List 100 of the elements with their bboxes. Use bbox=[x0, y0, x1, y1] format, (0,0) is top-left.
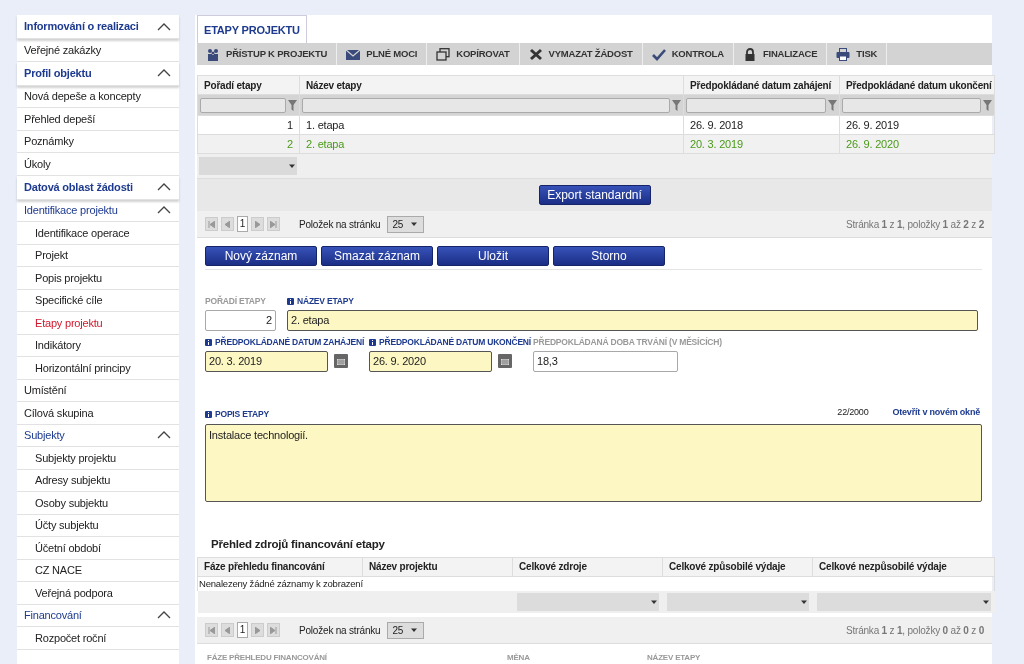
toolbar-button[interactable]: KONTROLA bbox=[642, 43, 734, 65]
filter-field[interactable] bbox=[200, 97, 286, 113]
column-header[interactable]: Název etapy bbox=[299, 75, 684, 95]
column-header[interactable]: Celkové nezpůsobilé výdaje bbox=[812, 557, 995, 577]
text-area[interactable]: Instalace technologií. bbox=[205, 423, 982, 502]
sidebar-item[interactable]: Umístění bbox=[17, 379, 179, 402]
sidebar-item[interactable]: Účetní období bbox=[17, 537, 179, 560]
field-label: PŘEDPOKLÁDANÉ DATUM ZAHÁJENÍ bbox=[205, 337, 365, 347]
close-icon bbox=[528, 47, 543, 61]
table-cell: 1. etapa bbox=[299, 115, 684, 135]
toolbar-button[interactable]: KOPÍROVAT bbox=[427, 43, 520, 65]
filter-icon bbox=[983, 99, 992, 111]
filter-field[interactable] bbox=[842, 97, 981, 113]
people-icon bbox=[206, 47, 220, 61]
sidebar-item[interactable]: Subjekty projektu bbox=[17, 447, 179, 470]
input-field[interactable]: 2 bbox=[205, 310, 276, 331]
filter-icon bbox=[828, 99, 837, 111]
field-label: NÁZEV ETAPY bbox=[647, 652, 702, 664]
first-page-icon bbox=[208, 626, 215, 634]
sidebar-item[interactable]: Veřejná podpora bbox=[17, 582, 179, 605]
calendar-icon bbox=[334, 354, 348, 368]
toolbar-button[interactable]: TISK bbox=[827, 43, 888, 65]
form-button[interactable]: Smazat záznam bbox=[321, 246, 433, 266]
sidebar-item[interactable]: Indikátory bbox=[17, 334, 179, 357]
page-size-select[interactable]: 25 bbox=[387, 621, 425, 639]
pager-button[interactable] bbox=[221, 217, 234, 231]
page-size-label: Položek na stránku bbox=[299, 623, 381, 638]
sidebar-item[interactable]: Poznámky bbox=[17, 130, 179, 153]
sidebar-item[interactable]: Úkoly bbox=[17, 153, 179, 176]
page-number-field[interactable]: 1 bbox=[237, 216, 248, 232]
form-button[interactable]: Storno bbox=[553, 246, 665, 266]
pager-button[interactable] bbox=[251, 623, 264, 638]
table-cell: 1 bbox=[197, 115, 300, 135]
input-field[interactable]: 20. 3. 2019 bbox=[205, 351, 328, 372]
next-page-icon bbox=[254, 220, 261, 228]
sidebar-item[interactable]: Adresy subjektu bbox=[17, 469, 179, 492]
sidebar-item[interactable]: Účty subjektu bbox=[17, 514, 179, 537]
sidebar-item[interactable]: Cílová skupina bbox=[17, 402, 179, 425]
sidebar-item[interactable]: Popis projektu bbox=[17, 267, 179, 290]
column-header[interactable]: Název projektu bbox=[362, 557, 513, 577]
column-header[interactable]: Pořadí etapy bbox=[197, 75, 300, 95]
sidebar-item[interactable]: Etapy projektu bbox=[17, 312, 179, 335]
sidebar-group-header[interactable]: Identifikace projektu bbox=[17, 199, 179, 222]
calendar-icon bbox=[498, 354, 512, 368]
field-label: PŘEDPOKLÁDANÉ DATUM UKONČENÍ bbox=[369, 337, 531, 347]
sidebar-item[interactable]: Osoby subjektu bbox=[17, 492, 179, 515]
pager-button[interactable] bbox=[267, 217, 280, 231]
column-header[interactable]: Předpokládané datum ukončení bbox=[839, 75, 995, 95]
envelope-icon bbox=[346, 47, 361, 61]
sidebar-item[interactable]: Veřejné zakázky bbox=[17, 39, 179, 62]
sidebar-item[interactable]: Specifické cíle bbox=[17, 289, 179, 312]
form-button[interactable]: Nový záznam bbox=[205, 246, 317, 266]
filter-field[interactable] bbox=[302, 97, 670, 113]
toolbar-button[interactable]: VYMAZAT ŽÁDOST bbox=[519, 43, 643, 65]
export-button[interactable]: Export standardní bbox=[538, 185, 651, 205]
page-size-label: Položek na stránku bbox=[299, 217, 381, 232]
last-page-icon bbox=[270, 626, 277, 634]
dropdown[interactable] bbox=[816, 593, 991, 612]
sidebar-section-header[interactable]: Informování o realizaci bbox=[17, 15, 179, 39]
sidebar-item[interactable]: Rozpočet roční bbox=[17, 627, 179, 650]
toolbar-button[interactable]: PŘÍSTUP K PROJEKTU bbox=[197, 43, 338, 65]
sidebar-item[interactable]: CZ NACE bbox=[17, 559, 179, 582]
filter-icon bbox=[288, 99, 297, 111]
open-in-new-window-link[interactable]: Otevřít v novém okně bbox=[892, 406, 980, 420]
toolbar-button[interactable]: PLNÉ MOCI bbox=[337, 43, 428, 65]
form-button[interactable]: Uložit bbox=[437, 246, 549, 266]
column-header[interactable]: Celkové způsobilé výdaje bbox=[662, 557, 813, 577]
sidebar-item[interactable]: Přehled depeší bbox=[17, 108, 179, 131]
pager-button[interactable] bbox=[205, 217, 218, 231]
filter-field[interactable] bbox=[686, 97, 826, 113]
column-header[interactable]: Celkové zdroje bbox=[512, 557, 663, 577]
pager-button[interactable] bbox=[221, 623, 234, 638]
sidebar-section-header[interactable]: Profil objektu bbox=[17, 61, 179, 86]
pager-summary: Stránka 1 z 1, položky 1 až 2 z 2 bbox=[845, 217, 984, 232]
last-page-icon bbox=[270, 220, 277, 228]
sidebar-item[interactable]: Nová depeše a koncepty bbox=[17, 85, 179, 108]
page-number-field[interactable]: 1 bbox=[237, 622, 248, 639]
toolbar-button[interactable]: FINALIZACE bbox=[733, 43, 828, 65]
sidebar-section-header[interactable]: Datová oblast žádosti bbox=[17, 175, 179, 200]
sidebar-item[interactable]: Projekt bbox=[17, 244, 179, 267]
tab[interactable]: ETAPY PROJEKTU bbox=[197, 14, 307, 43]
sidebar-item[interactable]: Identifikace operace bbox=[17, 222, 179, 245]
dropdown[interactable] bbox=[666, 593, 809, 612]
first-page-icon bbox=[208, 220, 215, 228]
field-label: POŘADÍ ETAPY bbox=[205, 296, 266, 306]
pager-button[interactable] bbox=[205, 623, 218, 638]
input-field[interactable]: 26. 9. 2020 bbox=[369, 351, 492, 372]
sidebar-group-header[interactable]: Subjekty bbox=[17, 424, 179, 447]
field-label: FÁZE PŘEHLEDU FINANCOVÁNÍ bbox=[207, 652, 328, 664]
sidebar-item[interactable]: Horizontální principy bbox=[17, 357, 179, 380]
column-header[interactable]: Předpokládané datum zahájení bbox=[683, 75, 840, 95]
input-field[interactable]: 2. etapa bbox=[287, 310, 978, 331]
sidebar-group-header[interactable]: Financování bbox=[17, 604, 179, 627]
dropdown[interactable] bbox=[516, 593, 659, 612]
column-header[interactable]: Fáze přehledu financování bbox=[197, 557, 363, 577]
pager-button[interactable] bbox=[267, 623, 280, 638]
pager-button[interactable] bbox=[251, 217, 264, 231]
field-label: POPIS ETAPY bbox=[205, 409, 269, 420]
input-field[interactable]: 18,3 bbox=[533, 351, 678, 372]
page-size-select[interactable]: 25 bbox=[387, 215, 425, 233]
